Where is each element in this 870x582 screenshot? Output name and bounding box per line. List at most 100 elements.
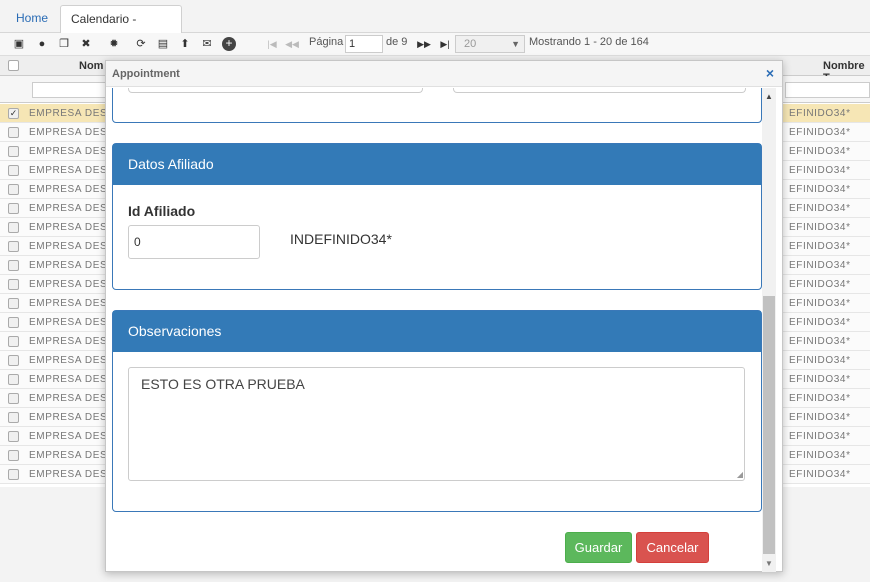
row-cell-name: EMPRESA DESA (29, 127, 115, 138)
row-cell-nombre: EFINIDO34* (789, 241, 851, 252)
records-info: Mostrando 1 - 20 de 164 (529, 36, 649, 48)
pin-icon[interactable]: ⬆ (178, 37, 192, 51)
appointment-dialog: Appointment × Datos Afiliado Id Afiliado… (105, 60, 783, 572)
id-afiliado-input[interactable]: 0 (128, 225, 260, 259)
copy-icon[interactable]: ❐ (57, 37, 71, 51)
save-button[interactable]: Guardar (565, 532, 632, 563)
row-checkbox[interactable] (8, 184, 19, 195)
row-checkbox[interactable] (8, 203, 19, 214)
scroll-up-icon[interactable]: ▲ (765, 92, 773, 101)
row-cell-nombre: EFINIDO34* (789, 203, 851, 214)
dialog-header: Appointment × (106, 61, 782, 87)
refresh-icon[interactable]: ⟳ (134, 37, 148, 51)
add-icon[interactable]: + (222, 37, 236, 51)
row-checkbox[interactable] (8, 469, 19, 480)
prev-page-icon[interactable]: ◀◀ (285, 37, 299, 51)
first-page-icon[interactable]: |◀ (265, 37, 279, 51)
previous-field-right[interactable] (453, 88, 746, 93)
dialog-scroll-area: Datos Afiliado Id Afiliado 0 INDEFINIDO3… (106, 88, 782, 572)
row-cell-name: EMPRESA DESA (29, 393, 115, 404)
row-checkbox[interactable] (8, 355, 19, 366)
row-cell-name: EMPRESA DESA (29, 222, 115, 233)
rows-per-page-value: 20 (464, 38, 477, 50)
filter-input-name[interactable] (32, 82, 112, 98)
row-cell-nombre: EFINIDO34* (789, 279, 851, 290)
row-checkbox[interactable] (8, 431, 19, 442)
last-page-icon[interactable]: ▶| (438, 37, 452, 51)
row-cell-nombre: EFINIDO34* (789, 412, 851, 423)
previous-panel (112, 88, 762, 123)
row-checkbox[interactable] (8, 241, 19, 252)
observaciones-textarea[interactable]: ESTO ES OTRA PRUEBA ◢ (128, 367, 745, 481)
afiliado-heading: Datos Afiliado (113, 144, 761, 185)
row-cell-nombre: EFINIDO34* (789, 165, 851, 176)
tab-home[interactable]: Home (6, 5, 58, 33)
next-page-icon[interactable]: ▶▶ (417, 37, 431, 51)
tab-calendario[interactable]: Calendario -[gcal]× (60, 5, 182, 52)
col-header-name[interactable]: Nom (79, 60, 103, 72)
row-checkbox[interactable] (8, 374, 19, 385)
row-cell-name: EMPRESA DESA (29, 298, 115, 309)
comment-icon[interactable]: ▤ (156, 37, 170, 51)
settings-icon[interactable]: ✹ (107, 37, 121, 51)
chevron-down-icon: ▼ (511, 39, 520, 49)
mail-icon[interactable]: ✉ (200, 37, 214, 51)
resize-handle-icon[interactable]: ◢ (737, 470, 743, 479)
page-input[interactable]: 1 (345, 35, 383, 53)
grid-toolbar: ▣ ● ❐ ✖ ✹ ⟳ ▤ ⬆ ✉ + |◀ ◀◀ Página 1 de 9 … (0, 33, 870, 56)
row-checkbox[interactable] (8, 336, 19, 347)
row-checkbox[interactable] (8, 279, 19, 290)
row-cell-nombre: EFINIDO34* (789, 393, 851, 404)
row-checkbox[interactable] (8, 450, 19, 461)
row-checkbox[interactable] (8, 165, 19, 176)
cancel-button[interactable]: Cancelar (636, 532, 709, 563)
row-cell-nombre: EFINIDO34* (789, 317, 851, 328)
row-cell-name: EMPRESA DESA (29, 450, 115, 461)
row-cell-name: EMPRESA DESA (29, 184, 115, 195)
row-cell-nombre: EFINIDO34* (789, 298, 851, 309)
row-cell-nombre: EFINIDO34* (789, 355, 851, 366)
row-cell-nombre: EFINIDO34* (789, 336, 851, 347)
scrollbar-thumb[interactable] (763, 296, 775, 554)
dialog-title: Appointment (112, 68, 180, 80)
row-cell-name: EMPRESA DESA (29, 355, 115, 366)
row-checkbox[interactable] (8, 127, 19, 138)
row-cell-name: EMPRESA DESA (29, 108, 115, 119)
page-label: Página (309, 36, 344, 48)
id-afiliado-label: Id Afiliado (128, 203, 196, 219)
page-count: de 9 (386, 36, 408, 48)
observaciones-text: ESTO ES OTRA PRUEBA (141, 376, 305, 392)
select-all-checkbox[interactable] (8, 60, 19, 71)
filter-input-nombre[interactable] (785, 82, 870, 98)
afiliado-name: INDEFINIDO34* (290, 231, 392, 247)
row-checkbox[interactable] (8, 393, 19, 404)
row-checkbox[interactable] (8, 146, 19, 157)
row-cell-name: EMPRESA DESA (29, 260, 115, 271)
row-cell-name: EMPRESA DESA (29, 203, 115, 214)
row-cell-name: EMPRESA DESA (29, 336, 115, 347)
scroll-down-icon[interactable]: ▼ (765, 559, 773, 568)
row-checkbox[interactable] (8, 260, 19, 271)
row-checkbox[interactable] (8, 298, 19, 309)
row-cell-name: EMPRESA DESA (29, 431, 115, 442)
row-cell-nombre: EFINIDO34* (789, 374, 851, 385)
previous-field-left[interactable] (128, 88, 423, 93)
row-checkbox[interactable] (8, 412, 19, 423)
observaciones-heading: Observaciones (113, 311, 761, 352)
dialog-scrollbar[interactable]: ▲ ▼ (762, 88, 776, 572)
row-cell-name: EMPRESA DESA (29, 469, 115, 480)
afiliado-panel: Datos Afiliado Id Afiliado 0 INDEFINIDO3… (112, 143, 762, 290)
row-cell-nombre: EFINIDO34* (789, 127, 851, 138)
row-checkbox[interactable]: ✓ (8, 108, 19, 119)
delete-icon[interactable]: ✖ (79, 37, 93, 51)
tab-bar: Home Calendario -[gcal]× (0, 0, 870, 52)
close-icon[interactable]: × (766, 65, 774, 81)
row-cell-name: EMPRESA DESA (29, 374, 115, 385)
row-checkbox[interactable] (8, 317, 19, 328)
calendar-icon[interactable]: ▣ (12, 37, 26, 51)
rows-per-page-select[interactable]: 20 ▼ (455, 35, 525, 53)
row-cell-nombre: EFINIDO34* (789, 469, 851, 480)
clock-icon[interactable]: ● (35, 37, 49, 51)
row-checkbox[interactable] (8, 222, 19, 233)
row-cell-name: EMPRESA DESA (29, 317, 115, 328)
